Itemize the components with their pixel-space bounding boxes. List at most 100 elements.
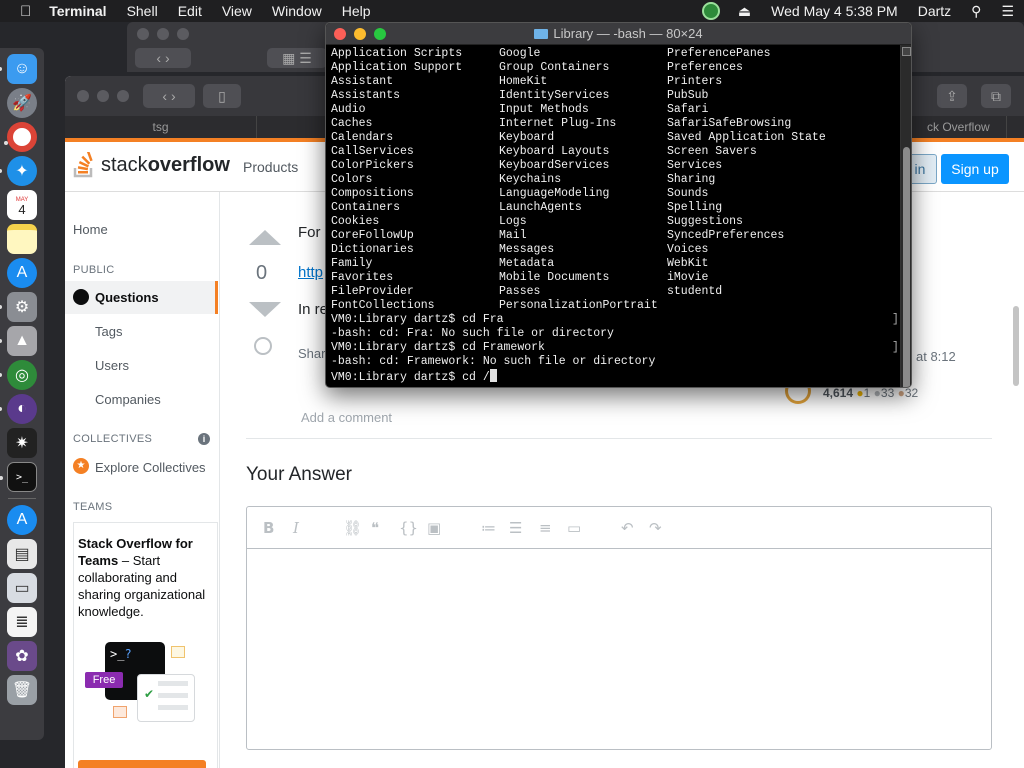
heading-icon[interactable]: ≡ xyxy=(539,519,552,537)
menu-view[interactable]: View xyxy=(212,0,262,22)
directory-entry: Screen Savers xyxy=(667,145,757,158)
menu-edit[interactable]: Edit xyxy=(168,0,212,22)
directory-entry: Mobile Documents xyxy=(499,271,610,284)
notification-center-icon[interactable]: ☰ xyxy=(991,0,1024,22)
terminal-listing-row: Compositions LanguageModeling Sounds xyxy=(331,187,708,201)
globe-app-icon[interactable]: ◎ xyxy=(0,360,37,390)
code-icon[interactable]: {} xyxy=(399,519,418,537)
app-store-icon[interactable]: A xyxy=(7,258,37,288)
safari-icon[interactable]: ✦ xyxy=(0,156,37,186)
apple-icon[interactable]:  xyxy=(0,3,39,20)
terminal-prompt-line[interactable]: VM0:Library dartz$ cd / xyxy=(331,369,655,384)
tor-browser-icon[interactable]: ◐ xyxy=(0,394,37,424)
directory-entry: Audio xyxy=(331,103,366,116)
back-forward-icon[interactable]: ‹ › xyxy=(135,48,191,68)
screenshot-icon[interactable]: ▭ xyxy=(7,573,37,603)
terminal-listing-row: CallServices Keyboard Layouts Screen Saver… xyxy=(331,145,757,159)
minimize-icon[interactable] xyxy=(354,28,366,40)
nav-tags[interactable]: Tags xyxy=(95,324,122,339)
menu-help[interactable]: Help xyxy=(332,0,381,22)
close-icon[interactable] xyxy=(334,28,346,40)
finder-icon[interactable]: ☺ xyxy=(0,54,37,84)
vote-up-icon[interactable] xyxy=(249,230,281,245)
add-comment-link[interactable]: Add a comment xyxy=(301,410,392,425)
vote-down-icon[interactable] xyxy=(249,302,281,317)
directory-entry: Spelling xyxy=(667,201,723,214)
bulleted-list-icon[interactable]: ☰ xyxy=(509,519,522,537)
nav-explore-collectives[interactable]: Explore Collectives xyxy=(95,460,206,475)
directory-entry: Keyboard xyxy=(499,131,555,144)
menu-app-name[interactable]: Terminal xyxy=(39,0,116,22)
history-icon[interactable] xyxy=(254,337,272,355)
directory-entry: Input Methods xyxy=(499,103,589,116)
page-scrollbar[interactable] xyxy=(1013,306,1019,386)
teams-cta-button[interactable] xyxy=(78,760,206,768)
directory-entry: Mail xyxy=(499,229,527,242)
menu-user[interactable]: Dartz xyxy=(908,0,961,22)
info-icon[interactable]: i xyxy=(198,433,210,445)
tab-stack-overflow[interactable]: ck Overflow xyxy=(927,116,1007,138)
spotlight-icon[interactable]: ⚲ xyxy=(961,0,991,22)
answer-editor[interactable]: B I ⛓ ❝ {} ▣ ≔ ☰ ≡ ▭ ↶ ↷ xyxy=(246,506,992,750)
directory-entry: Colors xyxy=(331,173,373,186)
share-icon[interactable]: ⇪ xyxy=(937,84,967,108)
eject-icon[interactable]: ⏏ xyxy=(728,0,761,22)
terminal-history-line: VM0:Library dartz$ cd Framework] xyxy=(331,341,899,354)
tabs-overview-icon[interactable]: ⧉ xyxy=(981,84,1011,108)
nav-companies[interactable]: Companies xyxy=(95,392,161,407)
view-toggle-icon[interactable]: ▦ ☰ xyxy=(267,48,327,68)
trash-icon[interactable]: 🗑 xyxy=(7,675,37,705)
nav-users[interactable]: Users xyxy=(95,358,129,373)
directory-entry: Sounds xyxy=(667,187,709,200)
quote-icon[interactable]: ❝ xyxy=(371,519,379,537)
photos-icon[interactable]: ✿ xyxy=(7,641,37,671)
menu-shell[interactable]: Shell xyxy=(117,0,168,22)
menu-clock[interactable]: Wed May 4 5:38 PM xyxy=(761,0,908,22)
sidebar-toggle-icon[interactable]: ▯ xyxy=(203,84,241,108)
horizontal-rule-icon[interactable]: ▭ xyxy=(567,519,581,537)
terminal-icon[interactable]: >_ xyxy=(0,462,37,492)
app-store-2-icon[interactable]: A xyxy=(7,505,37,535)
post-link[interactable]: http xyxy=(298,264,323,281)
directory-entry: Assistant xyxy=(331,75,394,88)
stack-overflow-logo-icon xyxy=(73,152,93,178)
zoom-icon[interactable] xyxy=(374,28,386,40)
terminal-scrollbar[interactable] xyxy=(900,45,911,387)
terminal-output[interactable]: Application Scripts Google PreferencePanes… xyxy=(331,47,899,384)
document-icon[interactable]: ≣ xyxy=(7,607,37,637)
directory-entry: Metadata xyxy=(499,257,555,270)
products-link[interactable]: Products xyxy=(243,159,298,175)
directory-entry: iMovie xyxy=(667,271,709,284)
menu-window[interactable]: Window xyxy=(262,0,332,22)
image-icon[interactable]: ▣ xyxy=(427,519,441,537)
launchpad-icon[interactable]: 🚀 xyxy=(7,88,37,118)
preview-icon[interactable]: ▲ xyxy=(0,326,37,356)
terminal-scroll-thumb[interactable] xyxy=(903,147,910,387)
nav-questions[interactable]: Questions xyxy=(65,281,218,314)
so-left-sidebar: Home PUBLIC Questions Tags Users Compani… xyxy=(65,192,220,768)
chrome-icon[interactable] xyxy=(4,122,37,152)
so-logo[interactable]: stack overflow xyxy=(73,152,230,178)
terminal-window: Library — -bash — 80×24 Application Scri… xyxy=(325,22,912,388)
directory-entry: Family xyxy=(331,257,373,270)
calendar-icon[interactable]: MAY 4 xyxy=(7,190,37,220)
signup-button[interactable]: Sign up xyxy=(941,154,1009,184)
redo-icon[interactable]: ↷ xyxy=(649,519,662,537)
back-forward-icon[interactable]: ‹ › xyxy=(143,84,195,108)
undo-icon[interactable]: ↶ xyxy=(621,519,634,537)
numbered-list-icon[interactable]: ≔ xyxy=(481,519,496,537)
system-preferences-icon[interactable]: ⚙ xyxy=(0,292,37,322)
directory-entry: Saved Application State xyxy=(667,131,826,144)
share-link[interactable]: Shar xyxy=(298,346,325,361)
status-globe-icon[interactable] xyxy=(701,2,720,20)
nav-home[interactable]: Home xyxy=(73,222,108,237)
notes-icon[interactable] xyxy=(7,224,37,254)
terminal-history-line: VM0:Library dartz$ cd Fra] xyxy=(331,313,899,326)
directory-entry: Sharing xyxy=(667,173,716,186)
printer-icon[interactable]: ▤ xyxy=(7,539,37,569)
tab-tsg[interactable]: tsg xyxy=(65,116,257,138)
link-icon[interactable]: ⛓ xyxy=(343,519,362,537)
bold-icon[interactable]: B xyxy=(263,519,274,537)
italic-icon[interactable]: I xyxy=(293,519,299,537)
photo-booth-icon[interactable]: ✷ xyxy=(7,428,37,458)
